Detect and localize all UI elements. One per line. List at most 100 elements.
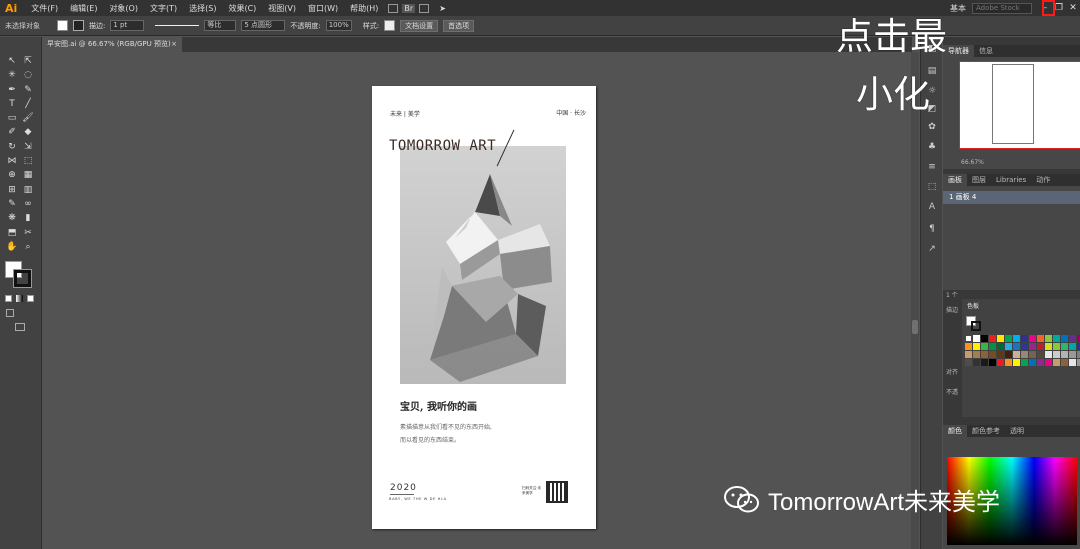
transform-icon[interactable]: ⬚ [926, 181, 938, 193]
color-mode-icon[interactable] [5, 295, 12, 302]
artboard-poster[interactable]: 未来 | 美学 中国 · 长沙 TOMORROW ART 宝贝, 我听你的画 素… [372, 86, 596, 529]
side-label-2: 描边 [946, 307, 959, 314]
menu-view[interactable]: 视图(V) [262, 3, 302, 14]
tab-color-guide[interactable]: 颜色参考 [967, 425, 1005, 437]
app-logo: Ai [5, 1, 18, 15]
preferences-button[interactable]: 首选项 [443, 19, 475, 32]
screen-mode-icon[interactable] [15, 323, 25, 331]
tab-color[interactable]: 颜色 [943, 425, 967, 437]
menu-edit[interactable]: 编辑(E) [64, 3, 103, 14]
magic-wand-tool-icon[interactable]: ✳ [6, 69, 18, 81]
mesh-tool-icon[interactable]: ⊞ [6, 184, 18, 196]
gradient-mode-icon[interactable] [16, 295, 23, 302]
pen-tool-icon[interactable]: ✒ [6, 84, 18, 96]
close-tab-icon[interactable]: × [171, 37, 177, 52]
artboard-row[interactable]: 1 画板 4 [943, 191, 1080, 204]
blend-tool-icon[interactable]: ∞ [22, 198, 34, 210]
selection-tool-icon[interactable]: ↖ [6, 55, 18, 67]
document-setup-button[interactable]: 文档设置 [400, 19, 439, 32]
brush-dropdown[interactable]: 5 点圆形 [241, 20, 286, 31]
line-tool-icon[interactable]: ╱ [22, 98, 34, 110]
menu-type[interactable]: 文字(T) [144, 3, 183, 14]
side-label-1: 1 个 [946, 292, 958, 299]
canvas-vertical-scrollbar[interactable] [911, 52, 919, 549]
zoom-tool-icon[interactable]: ⌕ [22, 241, 34, 253]
stroke-color-box[interactable] [14, 270, 31, 287]
paintbrush-tool-icon[interactable]: 🖌 [22, 112, 34, 124]
tab-transparency[interactable]: 透明 [1005, 425, 1029, 437]
free-transform-tool-icon[interactable]: ⬚ [22, 155, 34, 167]
poster-location: 中国 · 长沙 [556, 110, 586, 117]
swatch-grid[interactable] [965, 335, 1080, 366]
column-graph-tool-icon[interactable]: ▮ [22, 212, 34, 224]
stroke-width-field[interactable]: 1 pt [110, 20, 145, 31]
poster-brand: 未来 | 美学 [390, 111, 420, 118]
stroke-swatch[interactable] [73, 20, 84, 31]
rectangle-tool-icon[interactable]: ▭ [6, 112, 18, 124]
tab-info[interactable]: 信息 [974, 45, 998, 57]
rotate-tool-icon[interactable]: ↻ [6, 141, 18, 153]
opacity-field[interactable]: 100% [325, 20, 352, 31]
annotation-line-2: 小化 [856, 73, 930, 116]
layout-icon[interactable] [388, 3, 399, 13]
close-button[interactable]: ✕ [1066, 3, 1080, 13]
scale-tool-icon[interactable]: ⇲ [22, 141, 34, 153]
artboard-tool-icon[interactable]: ⬒ [6, 227, 18, 239]
curvature-tool-icon[interactable]: ✎ [22, 84, 34, 96]
menu-help[interactable]: 帮助(H) [344, 3, 384, 14]
navigator-zoom[interactable]: 66.67% [961, 159, 984, 166]
lasso-tool-icon[interactable]: ◌ [22, 69, 34, 81]
menu-effect[interactable]: 效果(C) [222, 3, 262, 14]
opacity-label: 不透明度: [290, 21, 321, 30]
menu-object[interactable]: 对象(O) [103, 3, 144, 14]
menu-file[interactable]: 文件(F) [25, 3, 64, 14]
tab-navigator[interactable]: 导航器 [943, 45, 974, 57]
workspace-switcher[interactable]: 基本 [944, 3, 972, 14]
width-tool-icon[interactable]: ⋈ [6, 155, 18, 167]
symbols-icon[interactable]: ♣ [926, 141, 938, 153]
fill-swatch[interactable] [57, 20, 68, 31]
type-panel-icon[interactable]: A [926, 201, 938, 213]
stroke-profile-dropdown[interactable]: 等比 [204, 20, 237, 31]
glyphs-icon[interactable]: ¶ [926, 223, 938, 235]
export-icon[interactable]: ↗ [926, 243, 938, 255]
draw-mode-icon[interactable] [6, 309, 14, 317]
style-swatch[interactable] [384, 20, 396, 31]
bridge-button[interactable]: Br [402, 3, 416, 13]
scrollbar-thumb[interactable] [912, 320, 918, 334]
navigator-preview[interactable] [959, 61, 1080, 149]
shaper-tool-icon[interactable]: ✐ [6, 126, 18, 138]
perspective-grid-tool-icon[interactable]: ▦ [22, 169, 34, 181]
slice-tool-icon[interactable]: ✂ [22, 227, 34, 239]
tab-libraries[interactable]: Libraries [991, 174, 1031, 186]
poster-headline: 宝贝, 我听你的画 [400, 402, 477, 413]
document-tab[interactable]: 早安图.ai @ 66.67% (RGB/GPU 预览) × [42, 37, 182, 52]
shape-builder-tool-icon[interactable]: ⊕ [6, 169, 18, 181]
style-label: 样式: [362, 21, 380, 30]
stock-search-input[interactable]: Adobe Stock [972, 2, 1032, 14]
tab-artboards[interactable]: 画板 [943, 174, 967, 186]
direct-selection-tool-icon[interactable]: ⇱ [22, 55, 34, 67]
stroke-panel-icon[interactable]: ≡ [926, 161, 938, 173]
stroke-line-preview[interactable] [155, 25, 200, 26]
geometric-sketch-image [430, 174, 552, 382]
eyedropper-tool-icon[interactable]: ✎ [6, 198, 18, 210]
none-mode-icon[interactable] [27, 295, 34, 302]
tab-actions[interactable]: 动作 [1031, 174, 1055, 186]
symbol-sprayer-tool-icon[interactable]: ❋ [6, 212, 18, 224]
poster-body-line-2: 而以看见的东西结束。 [400, 437, 461, 444]
document-tab-bar: 早安图.ai @ 66.67% (RGB/GPU 预览) × [42, 37, 912, 52]
brushes-icon[interactable]: ✿ [926, 121, 938, 133]
color-tabs: 颜色 颜色参考 透明 [943, 425, 1080, 437]
menu-window[interactable]: 窗口(W) [302, 3, 344, 14]
gradient-tool-icon[interactable]: ▥ [22, 184, 34, 196]
eraser-tool-icon[interactable]: ◆ [22, 126, 34, 138]
document-tab-title: 早安图.ai @ 66.67% (RGB/GPU 预览) [47, 40, 171, 48]
swatch-stroke-preview[interactable] [971, 321, 981, 331]
rocket-icon[interactable]: ➤ [433, 4, 452, 13]
grid-icon[interactable] [419, 3, 430, 13]
menu-select[interactable]: 选择(S) [183, 3, 222, 14]
hand-tool-icon[interactable]: ✋ [6, 241, 18, 253]
type-tool-icon[interactable]: T [6, 98, 18, 110]
tab-layers[interactable]: 图层 [967, 174, 991, 186]
